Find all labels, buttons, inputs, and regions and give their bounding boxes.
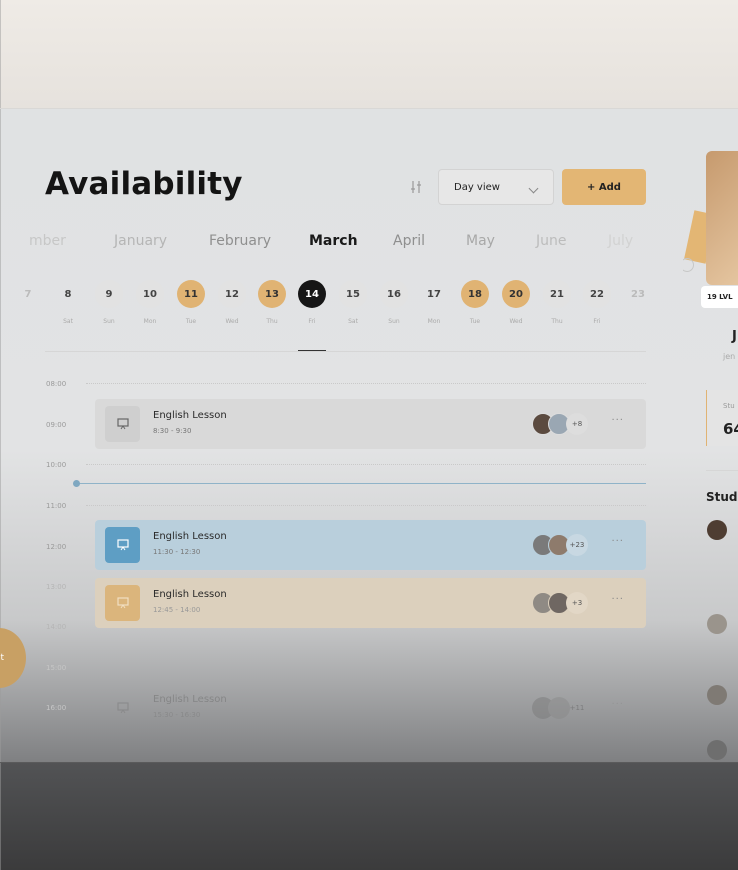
time-label: 15:00 [46,664,67,672]
view-select-label: Day view [454,181,500,193]
header-divider [0,108,738,109]
date-item[interactable]: 17 Mon [420,280,448,326]
hour-line [86,383,646,384]
floating-action-button[interactable]: t [0,628,26,688]
profile-photo [706,151,738,285]
date-item[interactable]: 22 Fri [583,280,611,325]
attendee-count: +8 [566,413,588,435]
lesson-card[interactable]: English Lesson 15:30 - 16:30 +11 ··· [95,683,646,733]
month-item[interactable]: January [114,233,167,249]
add-button[interactable]: + Add [562,169,646,205]
time-label: 08:00 [46,380,67,388]
date-item-highlighted[interactable]: 13 Thu [258,280,286,325]
attendee-avatars: +23 [532,533,588,557]
students-heading: Stude [706,490,738,504]
footer-divider [0,762,738,763]
date-strip[interactable]: 7 8 Sat 9 Sun 10 Mon 11 Tue 12 Wed 13 Thu 14 Fr… [0,280,660,340]
attendee-count: +23 [566,534,588,556]
month-item[interactable]: February [209,233,271,249]
presentation-icon [105,690,140,726]
lesson-card[interactable]: English Lesson 12:45 - 14:00 +3 ··· [95,578,646,628]
month-item[interactable]: July [608,233,633,249]
presentation-icon [105,585,140,621]
month-item-selected[interactable]: March [309,233,358,249]
date-item[interactable]: 15 Sat [339,280,367,325]
student-avatar[interactable] [707,740,727,760]
stat-value: 64 [723,420,738,438]
date-item[interactable]: 16 Sun [380,280,408,325]
lesson-time: 11:30 - 12:30 [153,548,201,556]
date-item-highlighted[interactable]: 11 Tue [177,280,205,325]
more-icon[interactable]: ··· [611,699,624,710]
date-item-highlighted[interactable]: 20 Wed [502,280,530,325]
month-item[interactable]: mber [29,233,66,249]
lesson-card[interactable]: English Lesson 8:30 - 9:30 +8 ··· [95,399,646,449]
student-avatar[interactable] [707,520,727,540]
more-icon[interactable]: ··· [611,415,624,426]
lesson-time: 12:45 - 14:00 [153,606,201,614]
profile-name: J [732,329,737,344]
time-label: 10:00 [46,461,67,469]
chevron-down-icon [528,183,539,194]
date-item[interactable]: 10 Mon [136,280,164,325]
calendar-divider [45,351,646,352]
lesson-title: English Lesson [153,694,227,705]
level-badge: 19 LVL [701,286,738,308]
time-label: 16:00 [46,704,67,712]
ring-decoration [683,258,694,272]
current-time-dot [73,480,80,487]
lesson-time: 8:30 - 9:30 [153,427,192,435]
filter-icon[interactable] [408,180,424,194]
more-icon[interactable]: ··· [611,536,624,547]
attendee-avatars: +8 [532,412,588,436]
date-item[interactable]: 7 [14,280,42,318]
lesson-card[interactable]: English Lesson 11:30 - 12:30 +23 ··· [95,520,646,570]
month-item[interactable]: June [536,233,567,249]
lesson-title: English Lesson [153,531,227,542]
time-label: 09:00 [46,421,67,429]
attendee-avatars: +11 [532,696,588,720]
more-icon[interactable]: ··· [611,594,624,605]
attendee-count: +11 [569,704,585,712]
month-item[interactable]: May [466,233,495,249]
student-avatar[interactable] [707,685,727,705]
student-avatar[interactable] [707,614,727,634]
date-item[interactable]: 12 Wed [218,280,246,325]
attendee-avatars: +3 [532,591,588,615]
profile-panel: 19 LVL J jen Stu 64 Stude [683,140,738,780]
time-label: 13:00 [46,583,67,591]
profile-email: jen [723,352,736,361]
time-label: 14:00 [46,623,67,631]
presentation-icon [105,406,140,442]
date-item[interactable]: 9 Sun [95,280,123,325]
date-item-selected[interactable]: 14 Fri [298,280,326,325]
date-item[interactable]: 21 Thu [543,280,571,325]
lesson-time: 15:30 - 16:30 [153,711,201,719]
stat-label: Stu [723,402,735,410]
month-scroller[interactable]: mber January February March April May Ju… [0,233,660,253]
month-item[interactable]: April [393,233,425,249]
page-title: Availability [45,166,243,202]
date-item-highlighted[interactable]: 18 Tue [461,280,489,325]
current-time-line [76,483,646,484]
window-edge [0,0,1,870]
hour-line [86,464,646,465]
hour-line [86,505,646,506]
date-item[interactable]: 23 [624,280,652,318]
date-item[interactable]: 8 Sat [54,280,82,326]
presentation-icon [105,527,140,563]
lesson-title: English Lesson [153,589,227,600]
lesson-title: English Lesson [153,410,227,421]
time-label: 11:00 [46,502,67,510]
attendee-count: +3 [566,592,588,614]
time-label: 12:00 [46,543,67,551]
view-select[interactable]: Day view [438,169,554,205]
panel-divider [706,470,738,471]
